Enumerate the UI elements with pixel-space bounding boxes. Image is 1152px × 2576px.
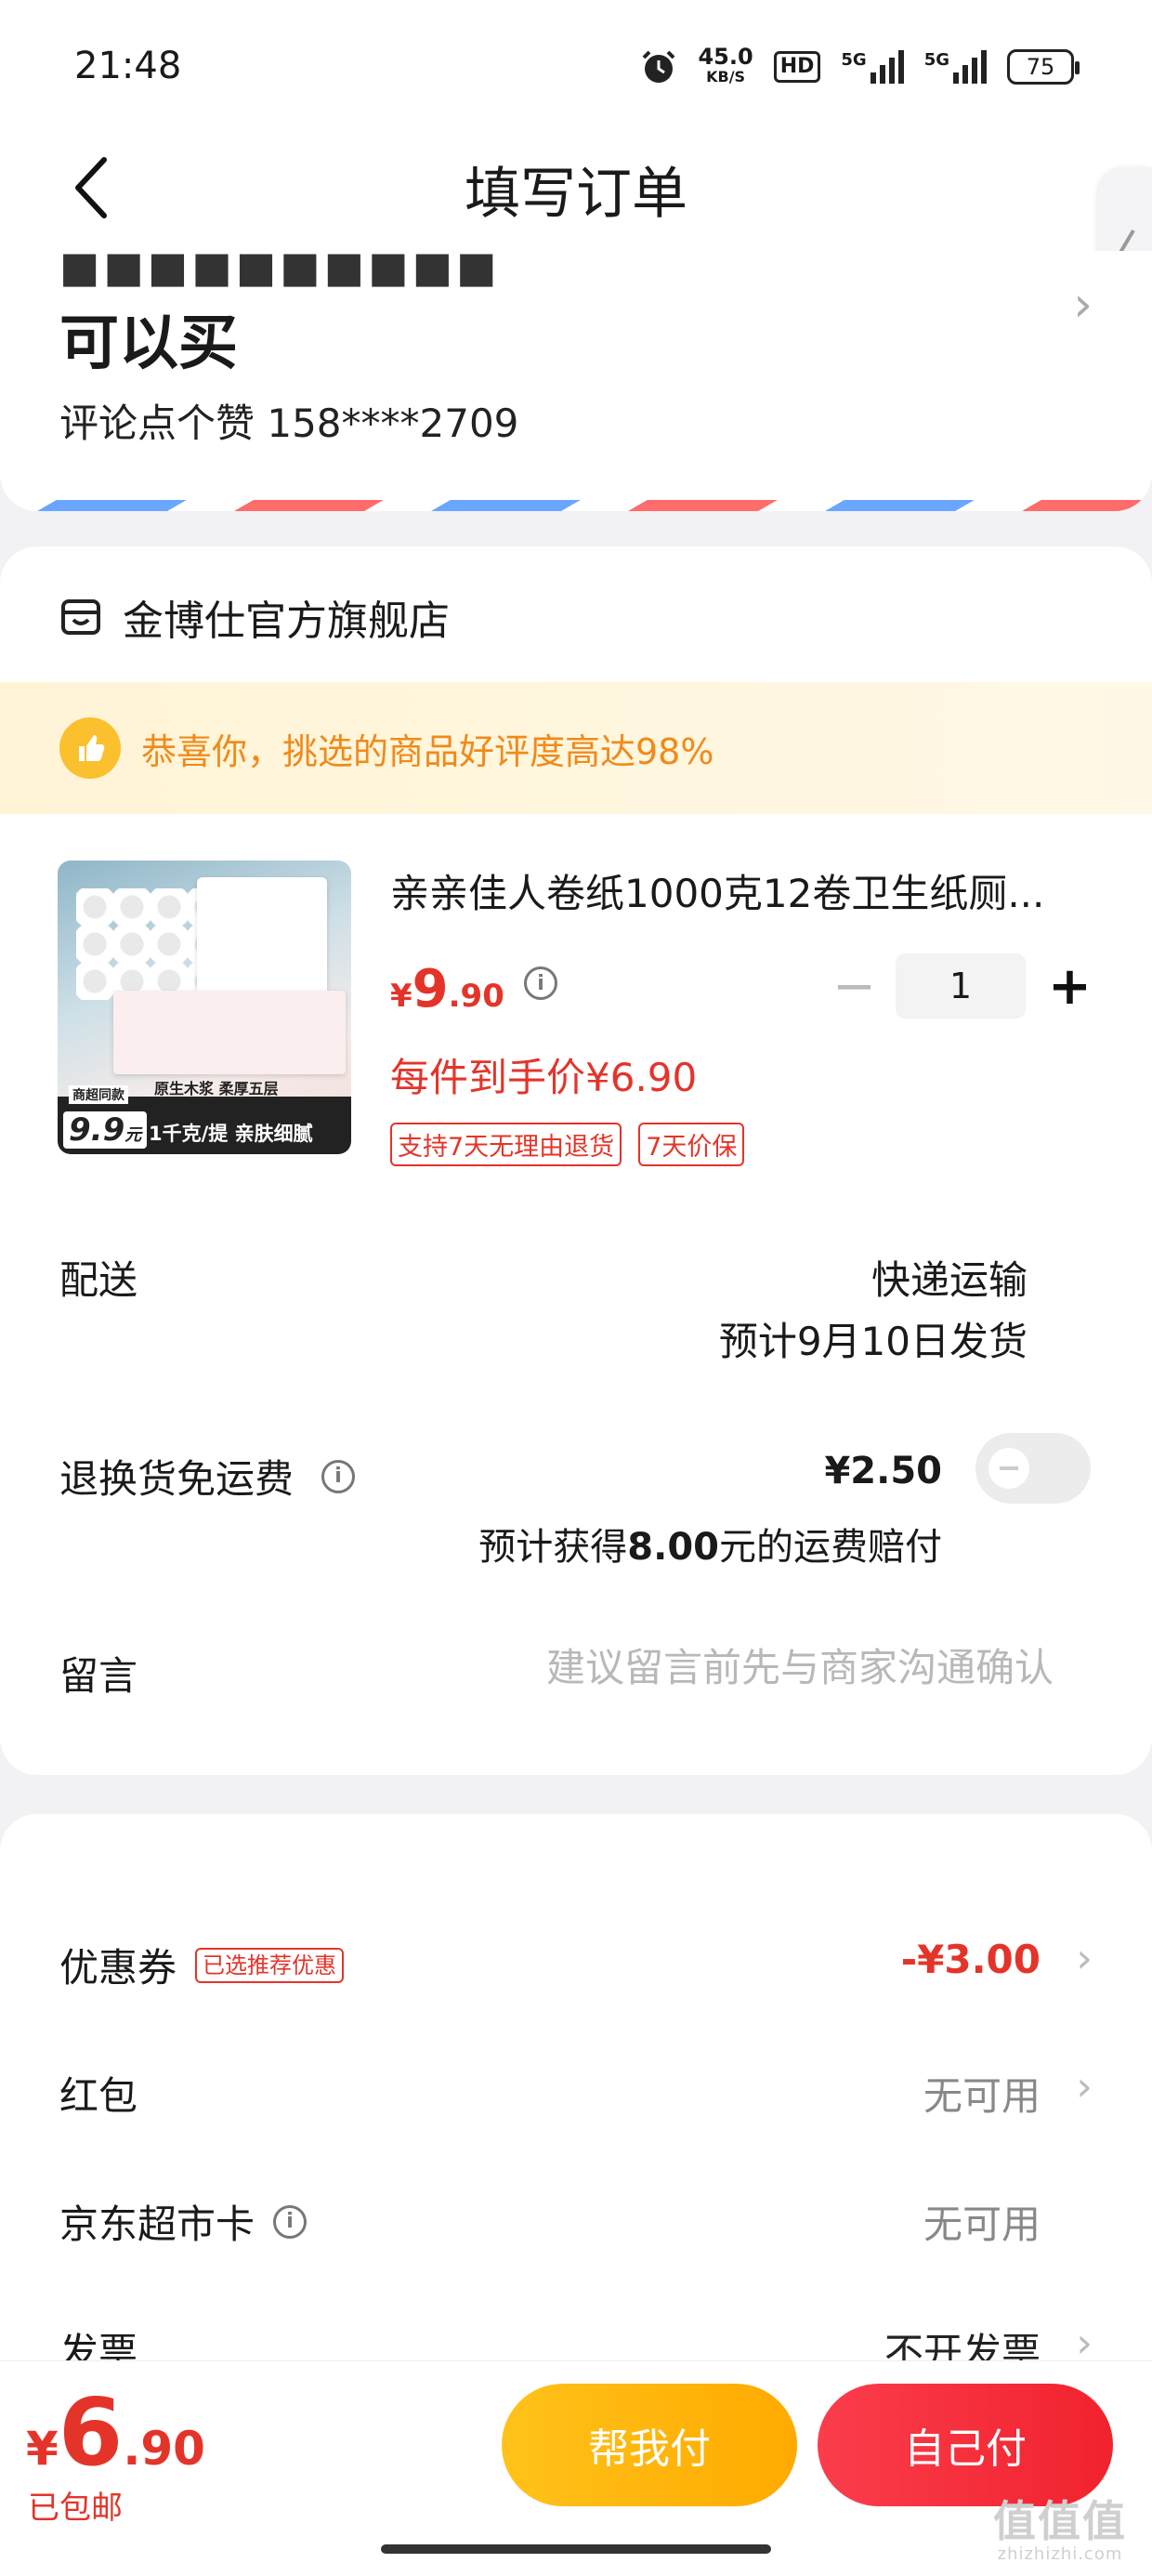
compensation-amount: 8.00 (627, 1526, 719, 1569)
price-dec: .90 (448, 978, 504, 1015)
quantity-stepper: − 1 + (832, 953, 1092, 1019)
total-int: 6 (58, 2378, 124, 2487)
service-tag: 支持7天无理由退货 (390, 1123, 622, 1166)
watermark: 值值值 zhizhizhi.com (981, 2498, 1139, 2564)
delivery-date: 预计9月10日发货 (718, 1319, 1028, 1364)
return-shipping-toggle[interactable] (975, 1433, 1091, 1504)
delivery-method[interactable]: 快递运输 (871, 1249, 1028, 1306)
product-price: ¥9.90 (390, 959, 504, 1019)
rating-banner: 恭喜你，挑选的商品好评度高达98% (0, 682, 1152, 814)
product-image-tag: 商超同款 (69, 1085, 128, 1104)
return-shipping-label: 退换货免运费 (59, 1456, 295, 1502)
watermark-main: 值值值 (993, 2496, 1127, 2546)
message-input[interactable] (403, 1645, 1054, 1690)
supermarket-card-label: 京东超市卡 (59, 2201, 255, 2247)
sim2-signal: 5G (924, 50, 987, 84)
coupon-badge: 已选推荐优惠 (195, 1947, 345, 1983)
address-partial-line: ■■■■■■■■■■ (59, 251, 501, 292)
service-tags: 支持7天无理由退货 7天价保 (390, 1123, 745, 1166)
signal-icon (953, 50, 987, 84)
compensation-post: 元的运费赔付 (719, 1526, 942, 1569)
status-bar: 21:48 45.0 KB/S HD 5G 5G 75 (0, 0, 1152, 130)
chevron-right-icon: › (1073, 277, 1093, 333)
hd-badge: HD (773, 51, 821, 83)
status-icons: 45.0 KB/S HD 5G 5G 75 (640, 46, 1080, 87)
page-title: 填写订单 (465, 162, 687, 227)
delivery-label: 配送 (59, 1257, 138, 1303)
sim2-label: 5G (923, 50, 949, 70)
net-speed: 45.0 KB/S (698, 46, 753, 87)
product-image-spec-top: 原生木浆 柔厚五层 (154, 1080, 279, 1097)
thumbs-up-icon (59, 717, 121, 779)
chevron-right-icon: › (1076, 1935, 1093, 1982)
product-image[interactable]: 商超同款 原生木浆 柔厚五层 9.9元 1千克/提 亲肤细腻 (58, 861, 351, 1154)
return-shipping-price: ¥2.50 (824, 1450, 942, 1492)
home-indicator[interactable] (381, 2544, 771, 2554)
chevron-right-icon: › (1076, 2063, 1093, 2110)
minus-button[interactable]: − (832, 956, 876, 1017)
free-shipping-label: 已包邮 (28, 2490, 123, 2527)
store-name: 金博仕官方旗舰店 (123, 598, 450, 645)
battery-icon: 75 (1007, 49, 1080, 85)
watermark-sub: zhizhizhi.com (997, 2544, 1123, 2564)
net-speed-value: 45.0 (698, 44, 753, 70)
toggle-knob (988, 1448, 1029, 1489)
compensation-pre: 预计获得 (478, 1526, 628, 1569)
quantity-value[interactable]: 1 (896, 953, 1026, 1019)
coupon-row[interactable]: 优惠券 已选推荐优惠 -¥3.00 › (0, 1912, 1152, 2005)
price-int: 9 (412, 959, 449, 1019)
product-pack-graphic (113, 991, 346, 1074)
coupon-label-group: 优惠券 已选推荐优惠 (59, 1937, 345, 1993)
return-info-icon[interactable]: i (321, 1459, 356, 1493)
signal-icon (870, 50, 904, 84)
final-price: 每件到手价¥6.90 (390, 1055, 698, 1100)
service-tag: 7天价保 (638, 1123, 745, 1166)
coupon-value: -¥3.00 (900, 1937, 1041, 1982)
product-image-price: 9.9元 (63, 1111, 148, 1149)
red-packet-label: 红包 (59, 2073, 138, 2119)
nav-bar: 填写订单 (0, 130, 1152, 251)
supermarket-card-value: 无可用 (923, 2201, 1041, 2247)
supermarket-card-label-group: 京东超市卡 i (59, 2193, 308, 2250)
payment-options-card: 优惠券 已选推荐优惠 -¥3.00 › 红包 无可用 › 京东超市卡 i 无可用… (0, 1814, 1152, 2390)
total-dec: .90 (123, 2422, 205, 2476)
sim1-signal: 5G (841, 50, 904, 84)
sim1-label: 5G (841, 50, 867, 70)
red-packet-value: 无可用 (923, 2073, 1041, 2119)
message-label: 留言 (59, 1653, 138, 1699)
red-packet-row[interactable]: 红包 无可用 › (0, 2041, 1152, 2134)
store-header[interactable]: 金博仕官方旗舰店 (59, 587, 450, 647)
supermarket-info-icon[interactable]: i (273, 2204, 308, 2239)
product-image-price-value: 9.9 (69, 1111, 125, 1149)
price-info-icon[interactable]: i (524, 966, 557, 1000)
address-main: 可以买 (59, 309, 238, 378)
store-icon (61, 599, 100, 635)
return-shipping-label-row: 退换货免运费 i (59, 1448, 356, 1505)
product-title[interactable]: 亲亲佳人卷纸1000克12卷卫生纸厕... (390, 862, 1096, 919)
net-speed-unit: KB/S (706, 68, 746, 85)
product-image-price-unit: 元 (124, 1125, 142, 1145)
supermarket-card-row[interactable]: 京东超市卡 i 无可用 (0, 2169, 1152, 2262)
envelope-stripe (0, 500, 1152, 511)
address-contact: 评论点个赞 158****2709 (59, 401, 519, 446)
return-compensation: 预计获得8.00元的运费赔付 (478, 1517, 942, 1571)
price-symbol: ¥ (390, 978, 412, 1015)
total-symbol: ¥ (26, 2422, 59, 2476)
product-image-spec: 1千克/提 亲肤细腻 (149, 1123, 313, 1145)
rating-banner-text: 恭喜你，挑选的商品好评度高达98% (141, 730, 714, 772)
address-card[interactable]: ■■■■■■■■■■ 可以买 评论点个赞 158****2709 › (0, 251, 1152, 511)
store-card: 金博仕官方旗舰店 恭喜你，挑选的商品好评度高达98% 商超同款 原生木浆 柔厚五… (0, 546, 1152, 1775)
pay-myself-button[interactable]: 自己付 (818, 2384, 1113, 2506)
coupon-label: 优惠券 (59, 1945, 177, 1991)
total-price: ¥6.90 (26, 2378, 205, 2487)
help-me-pay-button[interactable]: 帮我付 (502, 2384, 797, 2506)
alarm-icon (643, 50, 675, 83)
plus-button[interactable]: + (1048, 956, 1092, 1017)
status-time: 21:48 (74, 45, 182, 87)
